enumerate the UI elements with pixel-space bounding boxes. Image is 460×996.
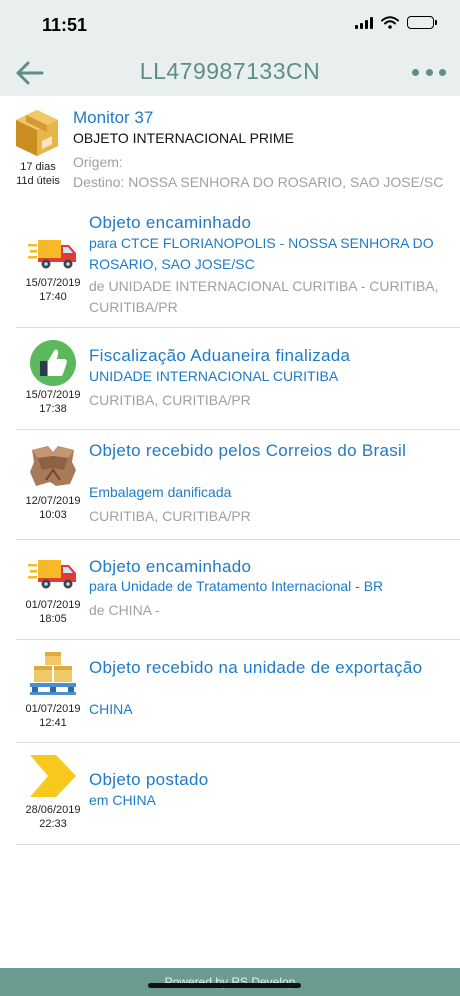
event-subtitle: Embalagem danificada — [89, 484, 232, 500]
event-title: Objeto encaminhado — [89, 557, 252, 576]
tracking-event[interactable]: 12/07/2019 10:03 Objeto recebido pelos C… — [16, 430, 460, 540]
event-time: 22:33 — [39, 818, 67, 830]
nav-bar: LL479987133CN — [0, 48, 460, 96]
package-name[interactable]: Monitor 37 — [73, 108, 153, 128]
event-datetime: 01/07/2019 12:41 — [16, 702, 90, 730]
tracking-code-title: LL479987133CN — [139, 58, 321, 84]
event-title: Fiscalização Aduaneira finalizada — [89, 346, 351, 365]
destination-label: Destino: NOSSA SENHORA DO ROSARIO, SAO J… — [73, 174, 444, 190]
damaged-box-icon — [30, 446, 76, 486]
event-title: Objeto postado — [89, 770, 209, 789]
event-date: 15/07/2019 — [25, 277, 81, 289]
chevron-post-icon — [30, 755, 76, 797]
event-date: 01/07/2019 — [25, 599, 81, 611]
battery-icon — [407, 16, 437, 29]
event-location: CURITIBA, CURITIBA/PR — [89, 392, 251, 408]
event-subtitle: para CTCE FLORIANOPOLIS - NOSSA SENHORA … — [89, 235, 434, 272]
event-date: 15/07/2019 — [25, 389, 81, 401]
event-date: 12/07/2019 — [25, 495, 81, 507]
more-options-button[interactable] — [412, 62, 446, 82]
event-datetime: 12/07/2019 10:03 — [16, 494, 90, 522]
tracking-event[interactable]: 15/07/2019 17:40 Objeto encaminhado para… — [16, 206, 460, 328]
event-subtitle: em CHINA — [89, 792, 156, 808]
event-date: 01/07/2019 — [25, 703, 81, 715]
tracking-event[interactable]: 15/07/2019 17:38 Fiscalização Aduaneira … — [16, 328, 460, 430]
tracking-event[interactable]: 28/06/2019 22:33 Objeto postado em CHINA — [16, 743, 460, 845]
thumbs-up-icon — [30, 340, 76, 386]
event-title: Objeto encaminhado — [89, 213, 252, 232]
package-header: 17 dias 11d úteis Monitor 37 OBJETO INTE… — [0, 104, 460, 196]
event-time: 17:40 — [39, 291, 67, 303]
event-location: CURITIBA, CURITIBA/PR — [89, 508, 251, 524]
event-time: 18:05 — [39, 613, 67, 625]
origin-label: Origem: — [73, 154, 123, 170]
event-time: 12:41 — [39, 717, 67, 729]
footer: Powered by RS Develop — [0, 968, 460, 996]
event-title: Objeto recebido pelos Correios do Brasil — [89, 441, 407, 460]
event-time: 10:03 — [39, 509, 67, 521]
event-date: 28/06/2019 — [25, 804, 81, 816]
status-icons — [355, 16, 437, 29]
event-datetime: 15/07/2019 17:38 — [16, 388, 90, 416]
truck-icon — [28, 240, 76, 269]
package-box-icon — [16, 110, 58, 156]
event-subtitle: UNIDADE INTERNACIONAL CURITIBA — [89, 368, 339, 384]
more-dot-icon — [412, 68, 419, 76]
more-dot-icon — [425, 68, 433, 76]
days-label: 17 dias — [20, 161, 56, 173]
tracking-event[interactable]: 01/07/2019 18:05 Objeto encaminhado para… — [16, 540, 460, 640]
signal-icon — [355, 16, 373, 29]
event-location: de CHINA - — [89, 602, 160, 618]
wifi-icon — [381, 16, 399, 29]
event-datetime: 01/07/2019 18:05 — [16, 598, 90, 626]
status-time: 11:51 — [42, 15, 88, 35]
package-type: OBJETO INTERNACIONAL PRIME — [73, 130, 294, 146]
truck-icon — [28, 560, 76, 589]
days-counter: 17 dias 11d úteis — [8, 160, 68, 188]
event-time: 17:38 — [39, 403, 67, 415]
divider — [16, 844, 460, 845]
event-datetime: 28/06/2019 22:33 — [16, 803, 90, 831]
status-bar: 11:51 — [0, 0, 460, 48]
event-location: de UNIDADE INTERNACIONAL CURITIBA - CURI… — [89, 278, 439, 315]
event-subtitle: CHINA — [89, 701, 133, 717]
more-dot-icon — [439, 68, 446, 76]
tracking-event[interactable]: 01/07/2019 12:41 Objeto recebido na unid… — [16, 640, 460, 743]
event-title: Objeto recebido na unidade de exportação — [89, 658, 423, 677]
boxes-pallet-icon — [30, 652, 76, 695]
home-indicator[interactable] — [148, 983, 301, 988]
event-subtitle: para Unidade de Tratamento Internacional… — [89, 578, 384, 594]
event-datetime: 15/07/2019 17:40 — [16, 276, 90, 304]
business-days-label: 11d úteis — [16, 175, 60, 187]
